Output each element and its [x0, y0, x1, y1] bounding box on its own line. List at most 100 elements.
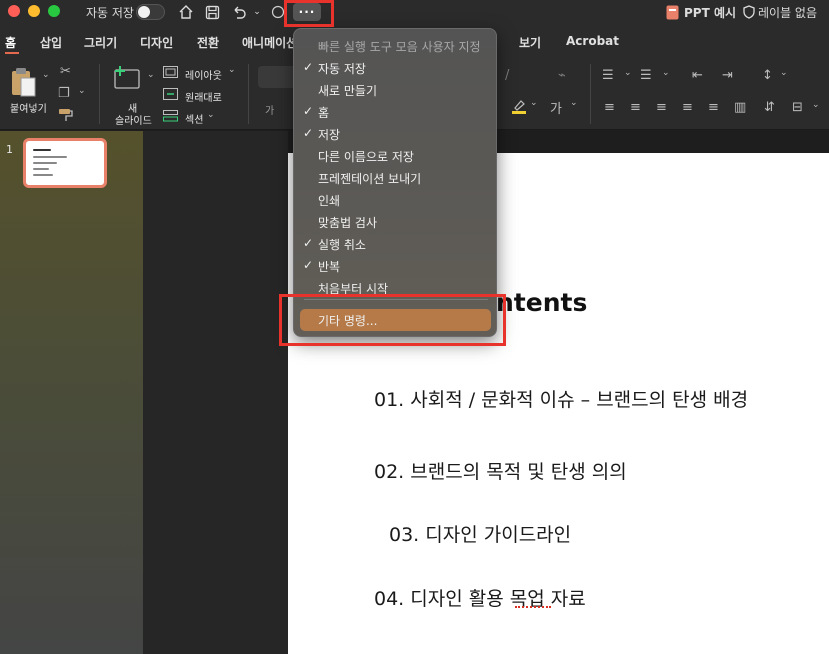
- tab-animations[interactable]: 애니메이션: [242, 34, 297, 51]
- align-text-icon[interactable]: ⊟: [792, 100, 803, 115]
- layout-icon[interactable]: [163, 66, 178, 82]
- text-direction-icon[interactable]: ⇵: [764, 100, 775, 115]
- zoom-window-button[interactable]: [48, 5, 60, 17]
- tab-draw[interactable]: 그리기: [84, 34, 117, 51]
- tab-view[interactable]: 보기: [519, 34, 541, 51]
- redo-icon[interactable]: [270, 1, 286, 23]
- format-painter-icon[interactable]: [58, 108, 74, 126]
- toolbar-divider: [590, 64, 591, 124]
- home-icon[interactable]: [176, 1, 196, 23]
- new-slide-icon[interactable]: [112, 64, 142, 96]
- menu-item-label: 다른 이름으로 저장: [318, 150, 414, 164]
- align-right-icon[interactable]: ≡: [656, 100, 667, 115]
- menu-item-label: 인쇄: [318, 194, 341, 208]
- reset-icon[interactable]: [163, 88, 178, 104]
- toggle-knob: [138, 6, 150, 18]
- copy-icon[interactable]: ❐: [58, 86, 70, 101]
- slide-title[interactable]: ntents: [496, 288, 587, 317]
- layout-dropdown-chevron-icon[interactable]: ⌄: [228, 65, 236, 75]
- more-commands-button[interactable]: ···: [293, 3, 321, 21]
- menu-item-send-presentation[interactable]: 프레젠테이션 보내기: [294, 167, 498, 189]
- cut-icon[interactable]: ✂: [60, 64, 71, 79]
- section-icon[interactable]: [163, 110, 178, 126]
- tab-acrobat[interactable]: Acrobat: [566, 34, 619, 48]
- menu-item-label: 맞춤법 검사: [318, 216, 378, 230]
- shield-icon: [742, 1, 756, 23]
- menu-item-label: 처음부터 시작: [318, 282, 389, 296]
- sensitivity-label[interactable]: 레이블 없음: [758, 4, 817, 21]
- menu-header-label: 빠른 실행 도구 모음 사용자 지정: [318, 40, 481, 54]
- font-color-dropdown-chevron-icon[interactable]: ⌄: [570, 98, 578, 108]
- numbering-icon[interactable]: ☰: [640, 68, 652, 83]
- new-slide-dropdown-chevron-icon[interactable]: ⌄: [147, 70, 155, 80]
- paste-dropdown-chevron-icon[interactable]: ⌄: [42, 70, 50, 80]
- menu-item-autosave[interactable]: ✓ 자동 저장: [294, 57, 498, 79]
- slide-thumbnail[interactable]: [23, 138, 107, 188]
- menu-item-start-from-beginning[interactable]: 처음부터 시작: [294, 277, 498, 299]
- numbering-dropdown-chevron-icon[interactable]: ⌄: [662, 68, 670, 78]
- undo-dropdown-chevron-icon[interactable]: ⌄: [251, 1, 263, 23]
- align-left-icon[interactable]: ≡: [604, 100, 615, 115]
- highlight-color-icon[interactable]: [511, 98, 527, 118]
- agenda-item-3[interactable]: 03. 디자인 가이드라인: [389, 520, 571, 547]
- paste-icon[interactable]: [10, 66, 40, 102]
- close-window-button[interactable]: [8, 5, 20, 17]
- minimize-window-button[interactable]: [28, 5, 40, 17]
- tab-transitions[interactable]: 전환: [197, 34, 219, 51]
- powerpoint-window: 자동 저장 ⌄ ··· PPT 예시 레이블 없음 홈 삽입 그리기 디자인 전…: [0, 0, 829, 654]
- font-color-icon[interactable]: 가: [550, 98, 562, 117]
- agenda-item-2[interactable]: 02. 브랜드의 목적 및 탄생 의의: [374, 457, 627, 484]
- columns-icon[interactable]: ▥: [734, 100, 746, 115]
- menu-item-home[interactable]: ✓ 홈: [294, 101, 498, 123]
- thumbnail-title-line: [33, 149, 51, 151]
- section-label[interactable]: 섹션: [185, 111, 203, 126]
- editor-background: [143, 131, 288, 654]
- thumbnail-text-line: [33, 174, 53, 176]
- tab-design[interactable]: 디자인: [140, 34, 173, 51]
- save-icon[interactable]: [202, 1, 222, 23]
- decrease-indent-icon[interactable]: ⇤: [692, 68, 703, 83]
- paste-label: 붙여넣기: [10, 104, 47, 115]
- align-center-icon[interactable]: ≡: [630, 100, 641, 115]
- clear-format-icon[interactable]: ⌁: [558, 68, 566, 83]
- layout-label[interactable]: 레이아웃: [185, 67, 222, 82]
- menu-item-label: 저장: [318, 128, 341, 142]
- font-size-small-icon[interactable]: 가: [265, 102, 274, 117]
- distribute-icon[interactable]: ≡: [708, 100, 719, 115]
- menu-item-more-commands[interactable]: 기타 명령...: [300, 309, 491, 331]
- menu-item-repeat[interactable]: ✓ 반복: [294, 255, 498, 277]
- menu-item-label: 프레젠테이션 보내기: [318, 172, 422, 186]
- shadow-text-icon[interactable]: /: [505, 68, 509, 83]
- new-slide-label-line2: 슬라이드: [115, 116, 152, 127]
- font-name-box[interactable]: [258, 66, 298, 88]
- line-spacing-icon[interactable]: ↕: [762, 68, 773, 83]
- bullets-dropdown-chevron-icon[interactable]: ⌄: [624, 68, 632, 78]
- menu-item-print[interactable]: 인쇄: [294, 189, 498, 211]
- menu-item-new[interactable]: 새로 만들기: [294, 79, 498, 101]
- highlight-dropdown-chevron-icon[interactable]: ⌄: [530, 98, 538, 108]
- align-text-dropdown-chevron-icon[interactable]: ⌄: [812, 100, 820, 110]
- menu-item-save[interactable]: ✓ 저장: [294, 123, 498, 145]
- thumbnail-text-line: [33, 156, 67, 158]
- ppt-file-icon: [664, 1, 680, 23]
- reset-label[interactable]: 원래대로: [185, 89, 222, 104]
- checkmark-icon: ✓: [303, 236, 314, 250]
- menu-item-save-as[interactable]: 다른 이름으로 저장: [294, 145, 498, 167]
- autosave-toggle[interactable]: [136, 4, 165, 20]
- agenda-item-1[interactable]: 01. 사회적 / 문화적 이슈 – 브랜드의 탄생 배경: [374, 385, 748, 412]
- copy-dropdown-chevron-icon[interactable]: ⌄: [78, 86, 86, 96]
- undo-icon[interactable]: [229, 1, 249, 23]
- agenda-item-4[interactable]: 04. 디자인 활용 목업 자료: [374, 584, 586, 611]
- menu-item-undo[interactable]: ✓ 실행 취소: [294, 233, 498, 255]
- menu-header: 빠른 실행 도구 모음 사용자 지정: [294, 35, 498, 57]
- line-spacing-dropdown-chevron-icon[interactable]: ⌄: [780, 68, 788, 78]
- menu-item-label: 기타 명령...: [318, 314, 378, 328]
- tab-home[interactable]: 홈: [5, 34, 16, 51]
- increase-indent-icon[interactable]: ⇥: [722, 68, 733, 83]
- justify-icon[interactable]: ≡: [682, 100, 693, 115]
- active-tab-indicator: [5, 52, 19, 54]
- section-dropdown-chevron-icon[interactable]: ⌄: [207, 110, 215, 120]
- bullets-icon[interactable]: ☰: [602, 68, 614, 83]
- tab-insert[interactable]: 삽입: [40, 34, 62, 51]
- menu-item-spelling[interactable]: 맞춤법 검사: [294, 211, 498, 233]
